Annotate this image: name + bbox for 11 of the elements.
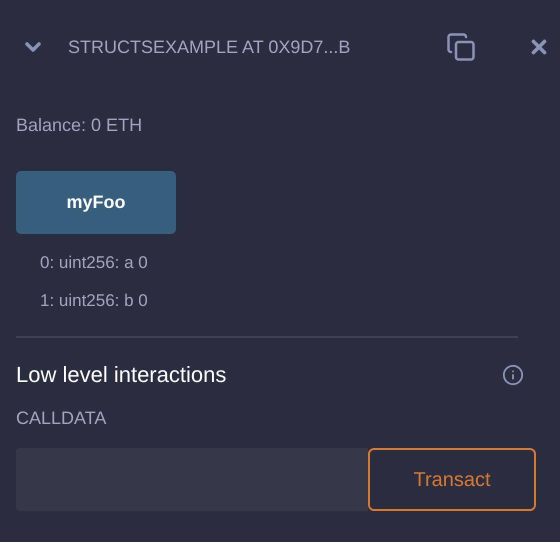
calldata-field[interactable]	[16, 448, 368, 511]
calldata-label: CALLDATA	[16, 407, 108, 430]
function-button[interactable]: myFoo	[16, 171, 176, 234]
copy-icon[interactable]	[446, 32, 476, 62]
output-value: 0: uint256: a 0	[40, 252, 149, 274]
contract-title: STRUCTSEXAMPLE AT 0X9D7...B	[68, 36, 350, 58]
section-title: Low level interactions	[16, 361, 226, 389]
transact-button[interactable]: Transact	[368, 448, 536, 511]
balance-text: Balance: 0 ETH	[16, 114, 144, 137]
info-icon[interactable]	[502, 364, 524, 386]
output-value: 1: uint256: b 0	[40, 290, 149, 312]
